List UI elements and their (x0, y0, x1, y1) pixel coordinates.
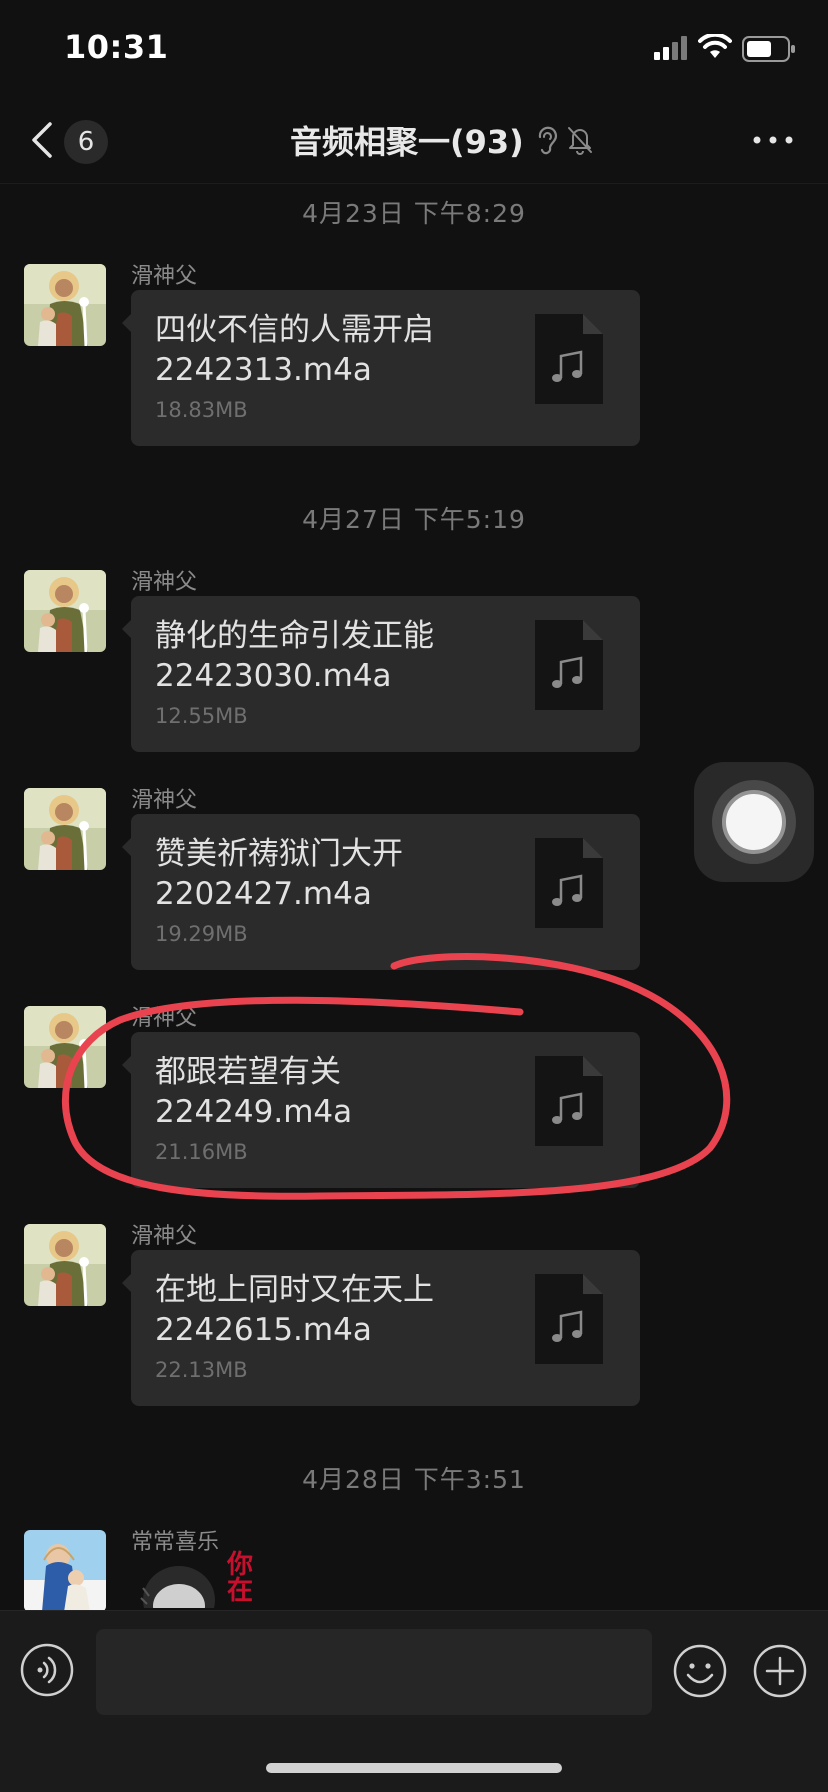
plus-icon[interactable] (752, 1643, 808, 1699)
message-timestamp: 4月23日 下午8:29 (302, 199, 526, 228)
status-time: 10:31 (64, 28, 169, 66)
file-size: 19.29MB (155, 922, 248, 946)
chat-title: 音频相聚一(93) (290, 123, 524, 161)
sender-name: 滑神父 (131, 264, 198, 289)
ear-icon (538, 126, 557, 155)
file-name: 在地上同时又在天上 2242615.m4a (155, 1272, 434, 1348)
chat-screen: 10:31 6 音频相聚一(93) 4月23日 下午8:29 滑神父 四伙不信的… (0, 0, 828, 1792)
battery-icon (742, 36, 795, 62)
file-message-bubble[interactable]: 赞美祈祷狱门大开 2202427.m4a 19.29MB (122, 814, 640, 970)
unread-count-badge: 6 (64, 120, 108, 164)
sender-name: 滑神父 (131, 1006, 198, 1031)
file-name: 赞美祈祷狱门大开 2202427.m4a (155, 836, 403, 912)
input-bar (0, 1610, 828, 1792)
sticker-message[interactable]: 你在 (131, 1548, 271, 1608)
message-timestamp: 4月27日 下午5:19 (302, 505, 526, 534)
bell-slash-icon (567, 127, 592, 155)
sender-avatar[interactable] (24, 264, 106, 346)
sender-avatar[interactable] (24, 1224, 106, 1306)
nav-bar: 6 音频相聚一(93) (0, 96, 828, 184)
file-message-bubble[interactable]: 在地上同时又在天上 2242615.m4a 22.13MB (122, 1250, 640, 1406)
assistive-touch-button[interactable] (694, 762, 814, 882)
wifi-icon (698, 34, 732, 58)
sticker-text: 你在 (227, 1550, 254, 1606)
sender-avatar[interactable] (24, 788, 106, 870)
file-name: 静化的生命引发正能 22423030.m4a (155, 618, 434, 694)
file-size: 12.55MB (155, 704, 248, 728)
file-message-bubble[interactable]: 静化的生命引发正能 22423030.m4a 12.55MB (122, 596, 640, 752)
file-size: 21.16MB (155, 1140, 248, 1164)
sender-name: 滑神父 (131, 570, 198, 595)
file-message-bubble[interactable]: 四伙不信的人需开启 2242313.m4a 18.83MB (122, 290, 640, 446)
sender-name: 滑神父 (131, 788, 198, 813)
music-file-icon (535, 1274, 603, 1364)
music-file-icon (535, 1056, 603, 1146)
sender-avatar[interactable] (24, 570, 106, 652)
music-file-icon (535, 620, 603, 710)
music-file-icon (535, 314, 603, 404)
file-size: 18.83MB (155, 398, 248, 422)
voice-icon[interactable] (20, 1643, 74, 1697)
more-options-button[interactable] (748, 120, 798, 160)
chat-title-group: 音频相聚一(93) (290, 116, 594, 164)
message-timestamp: 4月28日 下午3:51 (302, 1465, 526, 1494)
file-name: 都跟若望有关 224249.m4a (155, 1054, 353, 1130)
sender-avatar[interactable] (24, 1006, 106, 1088)
home-indicator[interactable] (266, 1763, 562, 1773)
file-size: 22.13MB (155, 1358, 248, 1382)
message-input[interactable] (96, 1629, 652, 1715)
file-name: 四伙不信的人需开启 2242313.m4a (155, 312, 434, 388)
back-button[interactable]: 6 (24, 112, 124, 168)
music-file-icon (535, 838, 603, 928)
sender-avatar[interactable] (24, 1530, 106, 1612)
status-bar: 10:31 (0, 0, 828, 96)
signal-icon (654, 36, 687, 60)
sender-name: 滑神父 (131, 1224, 198, 1249)
chevron-left-icon (32, 122, 52, 158)
emoji-icon[interactable] (672, 1643, 728, 1699)
assistive-touch-dot (722, 790, 786, 854)
file-message-bubble[interactable]: 都跟若望有关 224249.m4a 21.16MB (122, 1032, 640, 1188)
